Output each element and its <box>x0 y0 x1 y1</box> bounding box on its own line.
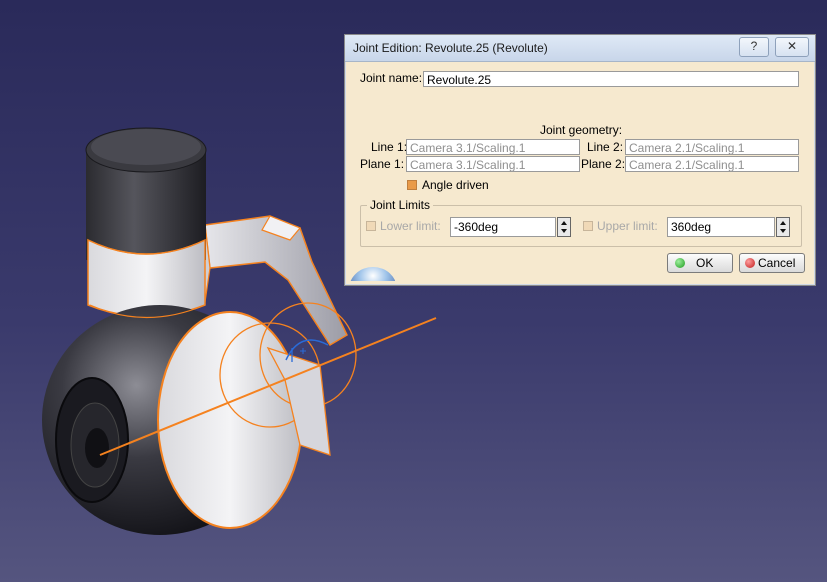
lower-limit-label: Lower limit: <box>380 219 441 233</box>
dialog-title: Joint Edition: Revolute.25 (Revolute) <box>353 41 548 55</box>
cancel-button[interactable]: Cancel <box>739 253 805 273</box>
angle-driven-checkbox[interactable] <box>407 180 417 190</box>
help-button[interactable]: ? <box>739 37 769 57</box>
joint-geometry-label: Joint geometry: <box>540 123 623 137</box>
angle-driven-label: Angle driven <box>422 178 489 192</box>
plane1-label: Plane 1: <box>360 157 405 171</box>
plane2-field[interactable]: Camera 2.1/Scaling.1 <box>625 156 799 172</box>
globe-icon <box>350 267 395 281</box>
upper-limit-checkbox[interactable] <box>583 221 593 231</box>
revolute-joint-symbol <box>285 339 329 362</box>
close-button[interactable]: ✕ <box>775 37 809 57</box>
upper-limit-spinner[interactable] <box>776 217 790 237</box>
plane1-field[interactable]: Camera 3.1/Scaling.1 <box>406 156 580 172</box>
joint-edition-dialog: Joint Edition: Revolute.25 (Revolute) ? … <box>344 34 816 286</box>
cancel-label: Cancel <box>758 256 796 270</box>
upper-limit-input[interactable]: 360deg <box>667 217 775 237</box>
joint-limits-group: Joint Limits Lower limit: -360deg Upper … <box>360 198 802 247</box>
ok-label: OK <box>696 256 714 270</box>
joint-name-label: Joint name: <box>360 71 423 85</box>
ok-button[interactable]: OK <box>667 253 733 273</box>
joint-limits-title: Joint Limits <box>367 198 434 212</box>
plane2-label: Plane 2: <box>581 157 626 171</box>
ok-icon <box>675 258 685 268</box>
line1-field[interactable]: Camera 3.1/Scaling.1 <box>406 139 580 155</box>
cancel-icon <box>745 258 755 268</box>
line1-label: Line 1: <box>371 140 408 154</box>
dialog-titlebar[interactable]: Joint Edition: Revolute.25 (Revolute) ? … <box>345 35 815 62</box>
top-cylinder[interactable] <box>85 127 207 318</box>
joint-name-input[interactable]: Revolute.25 <box>423 71 799 87</box>
lower-limit-spinner[interactable] <box>557 217 571 237</box>
line2-field[interactable]: Camera 2.1/Scaling.1 <box>625 139 799 155</box>
line2-label: Line 2: <box>587 140 624 154</box>
upper-limit-label: Upper limit: <box>597 219 658 233</box>
lower-limit-input[interactable]: -360deg <box>450 217 556 237</box>
lower-limit-checkbox[interactable] <box>366 221 376 231</box>
